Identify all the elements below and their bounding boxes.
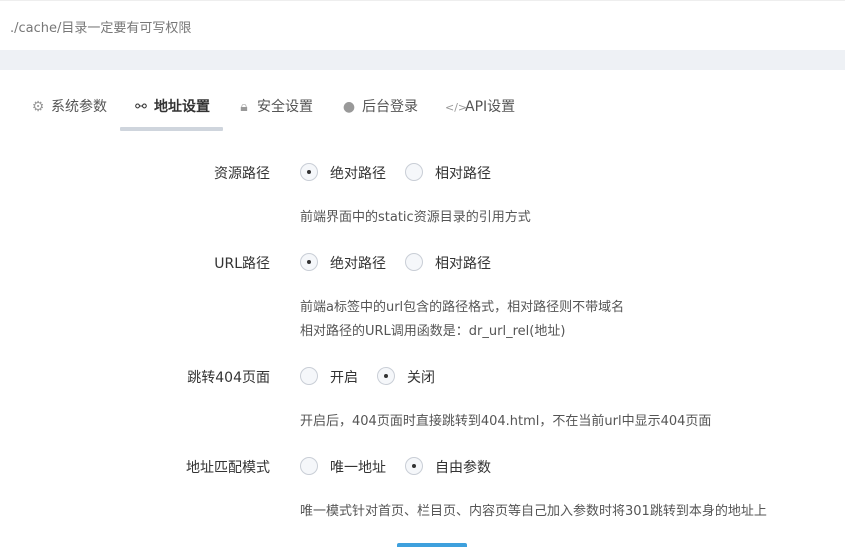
url-path-help-line2: 相对路径的URL调用函数是：dr_url_rel(地址) bbox=[300, 324, 566, 339]
tab-security[interactable]: 🔒︎ 安全设置 bbox=[237, 96, 313, 132]
resource-path-label: 资源路径 bbox=[214, 166, 270, 182]
tab-admin-login[interactable]: ● 后台登录 bbox=[342, 96, 418, 132]
match-mode-free-label[interactable]: 自由参数 bbox=[435, 457, 491, 477]
match-mode-unique-radio[interactable] bbox=[300, 457, 318, 475]
tab-label: 后台登录 bbox=[362, 99, 418, 115]
user-icon: ● bbox=[342, 99, 356, 115]
url-path-relative-label[interactable]: 相对路径 bbox=[435, 253, 491, 273]
link-icon: ⚯ bbox=[135, 99, 147, 115]
separator-band bbox=[0, 50, 845, 70]
url-path-absolute-radio[interactable] bbox=[300, 253, 318, 271]
match-mode-unique-label[interactable]: 唯一地址 bbox=[330, 457, 386, 477]
jump-404-on-radio[interactable] bbox=[300, 367, 318, 385]
jump-404-help: 开启后，404页面时直接跳转到404.html，不在当前url中显示404页面 bbox=[300, 414, 712, 429]
resource-path-relative-label[interactable]: 相对路径 bbox=[435, 163, 491, 183]
match-mode-help: 唯一模式针对首页、栏目页、内容页等自己加入参数时将301跳转到本身的地址上 bbox=[300, 504, 767, 519]
url-path-relative-radio[interactable] bbox=[405, 253, 423, 271]
url-path-label: URL路径 bbox=[214, 256, 270, 272]
resource-path-help: 前端界面中的static资源目录的引用方式 bbox=[300, 210, 531, 225]
tab-label: 地址设置 bbox=[154, 99, 210, 115]
gear-icon: ⚙ bbox=[31, 99, 45, 115]
resource-path-relative-radio[interactable] bbox=[405, 163, 423, 181]
jump-404-off-radio[interactable] bbox=[377, 367, 395, 385]
resource-path-absolute-label[interactable]: 绝对路径 bbox=[330, 163, 386, 183]
jump-404-off-label[interactable]: 关闭 bbox=[407, 367, 435, 387]
tab-label: API设置 bbox=[465, 99, 516, 115]
settings-tabs: ⚙ 系统参数 ⚯ 地址设置 🔒︎ 安全设置 ● 后台登录 </>API设置 bbox=[0, 70, 845, 132]
active-tab-indicator bbox=[120, 127, 223, 131]
jump-404-on-label[interactable]: 开启 bbox=[330, 367, 358, 387]
save-button[interactable] bbox=[397, 543, 467, 547]
url-path-absolute-label[interactable]: 绝对路径 bbox=[330, 253, 386, 273]
match-mode-label: 地址匹配模式 bbox=[186, 460, 270, 476]
cache-warning-text: ./cache/目录一定要有可写权限 bbox=[10, 21, 192, 36]
tab-label: 系统参数 bbox=[51, 99, 107, 115]
tab-api[interactable]: </>API设置 bbox=[445, 96, 515, 132]
cache-warning-bar: ./cache/目录一定要有可写权限 bbox=[0, 0, 845, 51]
match-mode-free-radio[interactable] bbox=[405, 457, 423, 475]
resource-path-absolute-radio[interactable] bbox=[300, 163, 318, 181]
url-path-help-line1: 前端a标签中的url包含的路径格式，相对路径则不带域名 bbox=[300, 300, 625, 315]
lock-icon: 🔒︎ bbox=[240, 99, 248, 115]
code-icon: </> bbox=[445, 101, 468, 114]
tab-system-params[interactable]: ⚙ 系统参数 bbox=[31, 96, 107, 132]
tab-label: 安全设置 bbox=[257, 99, 313, 115]
jump-404-label: 跳转404页面 bbox=[187, 370, 270, 386]
